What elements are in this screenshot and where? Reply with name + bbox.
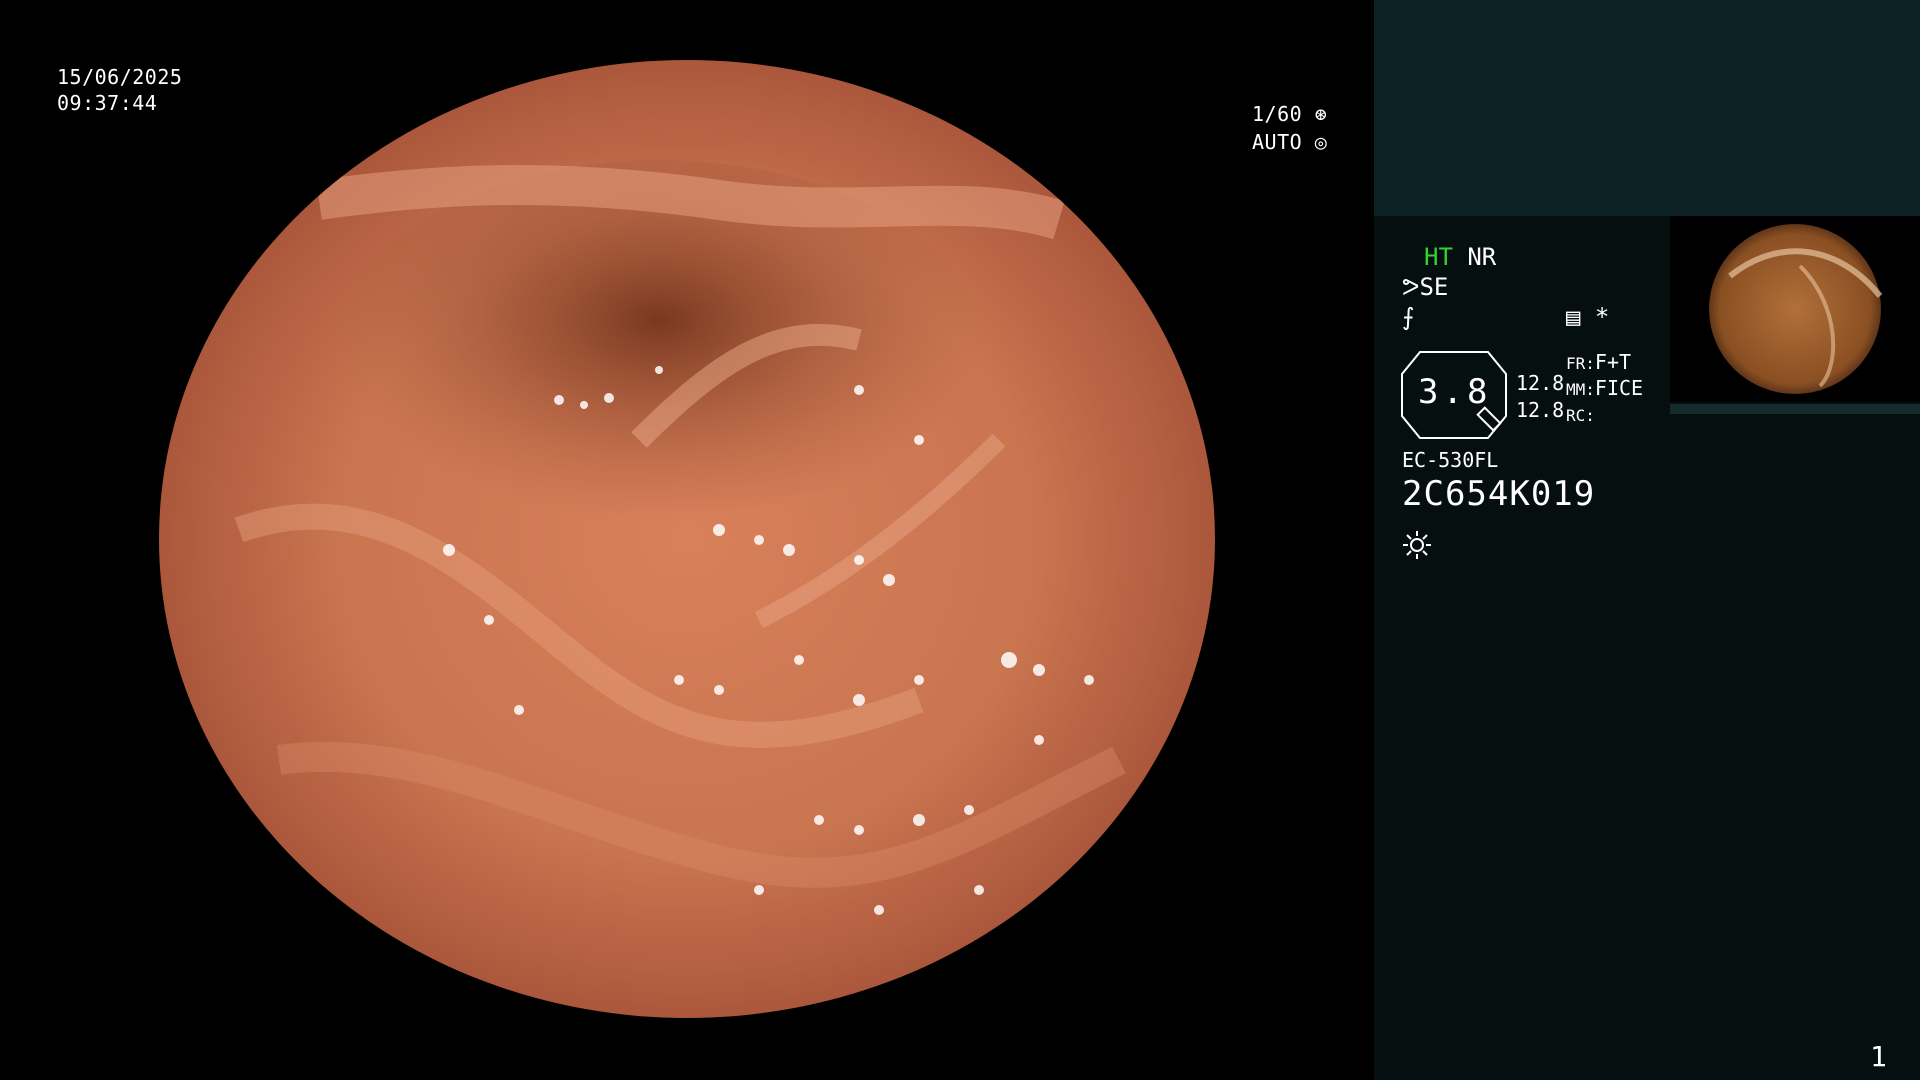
scope-se-icon: ᕗ bbox=[1402, 273, 1420, 301]
numeric-values: 12.8 12.8 bbox=[1516, 370, 1564, 424]
settings-icon: ▤ bbox=[1566, 303, 1581, 331]
zoom-value: 3.8 bbox=[1418, 372, 1492, 412]
ht-label: HT bbox=[1424, 243, 1453, 271]
value-1: 12.8 bbox=[1516, 371, 1565, 395]
date-text: 15/06/2025 bbox=[57, 65, 183, 89]
f-icon: ⨍ bbox=[1402, 303, 1415, 331]
fr-label: FR: bbox=[1566, 354, 1595, 373]
se-label: SE bbox=[1419, 273, 1449, 301]
endoscope-view: 15/06/2025 09:37:44 1/60 ⊛ AUTO ◎ bbox=[0, 0, 1374, 1080]
side-panel: HT NR ᕗSE ⨍ ▤ * 3.8 12.8 12.8 FR:F+T MM:… bbox=[1374, 0, 1920, 1080]
scope-model: EC-530FL bbox=[1402, 448, 1499, 472]
value-2: 12.8 bbox=[1516, 398, 1565, 422]
iris-icon: ◎ bbox=[1314, 130, 1328, 154]
time-text: 09:37:44 bbox=[57, 91, 158, 115]
thumbnail-image[interactable] bbox=[1670, 216, 1920, 402]
shutter-iris-info: 1/60 ⊛ AUTO ◎ bbox=[1252, 100, 1327, 156]
endoscopic-image bbox=[159, 60, 1215, 1018]
datetime: 15/06/2025 09:37:44 bbox=[57, 64, 182, 116]
mm-value: FICE bbox=[1594, 376, 1644, 400]
page-number: 1 bbox=[1870, 1040, 1887, 1073]
status-icons: ▤ * bbox=[1566, 302, 1609, 332]
scope-serial: 2C654K019 bbox=[1402, 474, 1596, 514]
side-panel-top bbox=[1374, 0, 1920, 216]
light-icon bbox=[1403, 531, 1431, 559]
mode-row: HT NR bbox=[1424, 242, 1496, 272]
fr-value: F+T bbox=[1594, 350, 1632, 374]
thumbnail-bar bbox=[1670, 404, 1920, 414]
shutter-text: 1/60 bbox=[1252, 102, 1303, 126]
nr-label: NR bbox=[1467, 243, 1497, 271]
rc-label: RC: bbox=[1566, 406, 1595, 425]
f-row: ⨍ bbox=[1402, 302, 1415, 332]
thumbnail-scope bbox=[1709, 224, 1883, 394]
mode-labels: FR:F+T MM:FICE RC: bbox=[1566, 350, 1643, 428]
se-row: ᕗSE bbox=[1402, 272, 1448, 302]
asterisk-icon: * bbox=[1594, 303, 1610, 331]
mm-label: MM: bbox=[1566, 380, 1595, 399]
iris-text: AUTO bbox=[1252, 130, 1303, 154]
shutter-icon: ⊛ bbox=[1314, 102, 1328, 126]
mucosa-image bbox=[159, 60, 1215, 1018]
